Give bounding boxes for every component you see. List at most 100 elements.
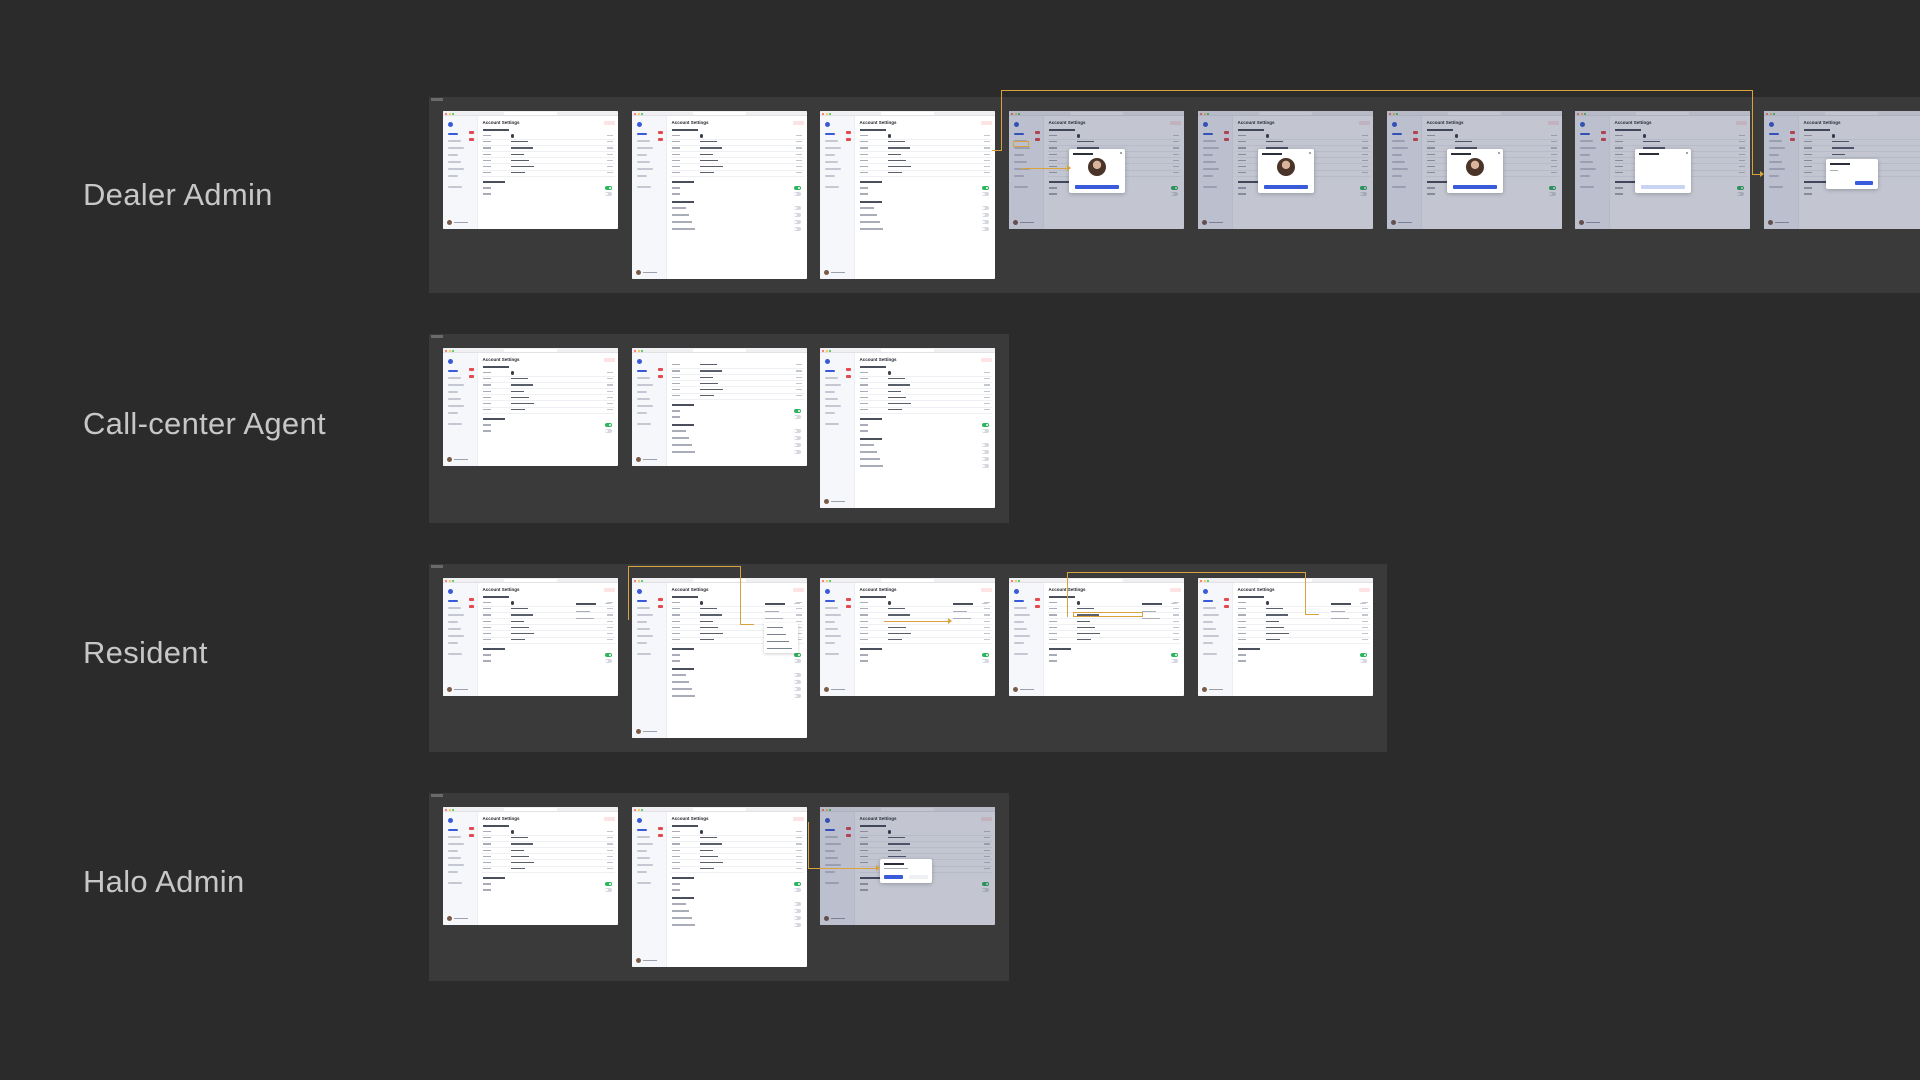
edit-link (606, 849, 613, 851)
row-label-halo-admin: Halo Admin (83, 864, 245, 899)
toggle-switch (604, 186, 612, 190)
edit-link (1361, 141, 1368, 143)
logo-icon (825, 359, 830, 364)
window-dot-icon (641, 808, 643, 811)
logo-icon (637, 818, 642, 823)
sidebar-item (637, 154, 647, 156)
toggle-switch (981, 227, 989, 231)
window-dot-icon (448, 349, 451, 352)
screen-frame[interactable]: Account Settings (632, 578, 807, 738)
page-title: Account Settings (1614, 120, 1652, 125)
profile-photo (887, 830, 892, 834)
sidebar-item (825, 398, 838, 400)
toggle-switch (981, 450, 989, 454)
field-label (1141, 618, 1160, 620)
screen-frame[interactable]: Account Settings (820, 578, 995, 696)
field-value (1831, 141, 1849, 143)
window-dot-icon (822, 808, 824, 811)
field-value (510, 403, 534, 405)
field-label (1237, 626, 1246, 628)
screen-frame[interactable] (632, 348, 807, 466)
user-name (1398, 221, 1412, 223)
field-label (482, 409, 491, 411)
screen-frame[interactable]: Account Settings (443, 807, 618, 925)
screen-frame[interactable]: Account Settings (1009, 578, 1184, 696)
logo-icon (448, 122, 453, 127)
sidebar-item (1392, 147, 1408, 149)
sidebar-item (448, 635, 464, 637)
toggle-switch (981, 653, 989, 657)
edit-link (795, 135, 802, 137)
section-heading (671, 129, 698, 131)
field-label (575, 618, 594, 620)
photo-modal (1258, 149, 1314, 193)
section-heading (482, 181, 505, 183)
flow-arrow (876, 865, 880, 871)
highlight-box (1013, 141, 1029, 147)
field-label (482, 430, 491, 432)
sidebar-item (448, 423, 462, 425)
field-label (859, 135, 868, 137)
screen-frame[interactable]: Account Settings (820, 348, 995, 508)
screen-frame[interactable]: Account Settings (820, 807, 995, 925)
field-label (1048, 153, 1057, 155)
screen-frame[interactable]: Account Settings (632, 807, 807, 967)
sidebar (632, 116, 667, 279)
field-label (1048, 135, 1057, 137)
edit-link (795, 370, 802, 372)
field-value (887, 378, 905, 380)
field-label (671, 364, 680, 366)
screen-frame[interactable]: Account Settings (1009, 111, 1184, 229)
screen-frame[interactable]: Account Settings (443, 578, 618, 696)
screen-frame[interactable]: Account Settings (1575, 111, 1750, 229)
avatar-preview (1088, 158, 1106, 176)
screen-frame[interactable]: Account Settings (443, 111, 618, 229)
screen-frame[interactable]: Account Settings (1764, 111, 1920, 229)
edit-link (795, 172, 802, 174)
window-dot-icon (1773, 112, 1775, 115)
url-bar (1636, 112, 1689, 115)
screen-frame[interactable]: Account Settings (820, 111, 995, 279)
divider (858, 175, 992, 177)
sidebar-item (448, 140, 461, 142)
divider (481, 138, 615, 140)
sidebar-item (448, 405, 464, 407)
edit-link (606, 633, 613, 635)
screen-frame[interactable]: Account Settings (1198, 578, 1373, 696)
field-label (1614, 141, 1623, 143)
toggle-switch (981, 888, 989, 892)
field-value (510, 147, 533, 149)
sidebar-item (825, 653, 839, 655)
divider (858, 846, 992, 848)
edit-link (795, 608, 802, 610)
window-dot-icon (1014, 579, 1017, 582)
divider (858, 840, 992, 842)
main-content: Account Settings (858, 583, 992, 696)
window-dot-icon (1207, 112, 1209, 115)
logout-button (1735, 121, 1747, 125)
screen-frame[interactable]: Account Settings (1387, 111, 1562, 229)
field-label (482, 390, 491, 392)
section-heading (1048, 648, 1071, 650)
field-value (887, 849, 901, 851)
screen-frame[interactable]: Account Settings (632, 111, 807, 279)
screen-frame[interactable]: Account Settings (443, 348, 618, 466)
window-controls (822, 808, 831, 811)
divider (1236, 617, 1370, 619)
edit-link (606, 372, 613, 374)
field-value (1265, 626, 1284, 628)
sidebar-item (825, 370, 835, 372)
section-heading (671, 648, 694, 650)
field-label (1614, 193, 1623, 195)
field-value (887, 159, 906, 161)
field-label (482, 384, 491, 386)
divider (481, 169, 615, 171)
divider (858, 624, 992, 626)
field-label (1426, 166, 1435, 168)
edit-link (1361, 147, 1368, 149)
window-dot-icon (1584, 112, 1586, 115)
sidebar-item (637, 882, 651, 884)
notification-badge (469, 827, 474, 830)
notification-badge (469, 138, 474, 141)
screen-frame[interactable]: Account Settings (1198, 111, 1373, 229)
